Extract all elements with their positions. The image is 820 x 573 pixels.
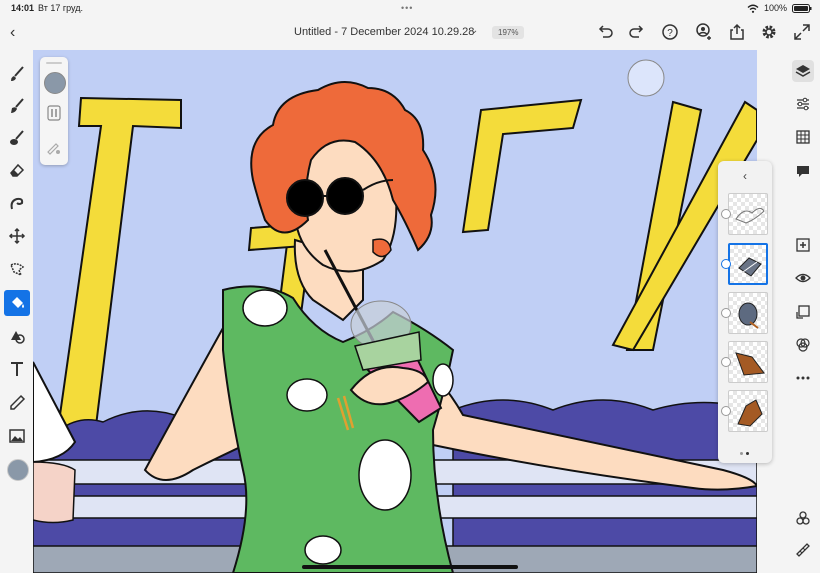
merge-down-icon (796, 305, 810, 319)
status-time: 14:01 (11, 3, 35, 13)
brush-options-icon[interactable] (46, 140, 62, 156)
help-icon[interactable]: ? (660, 22, 680, 42)
brown-shape-2-thumb (737, 399, 763, 427)
layer-radio-3[interactable] (721, 308, 731, 318)
drawing-canvas[interactable] (33, 50, 757, 573)
collapse-chevron-icon[interactable]: ‹ (718, 169, 772, 183)
battery-percent: 100% (763, 3, 787, 13)
image-icon (9, 429, 25, 443)
ruler-button[interactable] (792, 539, 814, 561)
adjustments-icon (796, 511, 810, 525)
document-title[interactable]: Untitled - 7 December 2024 10.29.28 (294, 26, 474, 38)
chevron-down-icon[interactable]: ⌄ (470, 25, 478, 36)
fullscreen-icon[interactable] (792, 22, 812, 42)
blend-circles-icon (796, 338, 810, 352)
zoom-level[interactable]: 197% (492, 26, 525, 39)
smudge-brush-icon (11, 98, 24, 113)
layers-page-indicator (740, 452, 749, 455)
brush-icon (11, 66, 24, 81)
artwork (33, 50, 757, 573)
add-layer-button[interactable] (792, 234, 814, 256)
image-tool[interactable] (4, 423, 30, 449)
home-indicator[interactable] (302, 565, 518, 569)
bird-grey-thumb (738, 257, 762, 277)
comment-icon (797, 166, 809, 177)
layer-thumbnail-2[interactable] (721, 243, 768, 285)
move-arrows-icon (8, 227, 26, 245)
brush-size-slider[interactable] (46, 62, 62, 64)
redo-icon[interactable] (627, 22, 647, 42)
multitask-dots-icon[interactable]: ••• (401, 3, 413, 13)
visibility-button[interactable] (792, 267, 814, 289)
brush-tool[interactable] (4, 61, 30, 87)
merge-down-button[interactable] (792, 301, 814, 323)
layers-icon (795, 65, 811, 77)
eraser-icon (10, 163, 25, 177)
liquify-icon (10, 197, 24, 210)
brush-settings-panel (40, 57, 68, 165)
battery-icon (792, 3, 812, 13)
layer-thumbnail-1[interactable] (721, 193, 768, 235)
lasso-tool[interactable] (4, 256, 30, 282)
layer-properties-button[interactable] (792, 93, 814, 115)
bird-sketch-thumb (735, 207, 765, 224)
tool-sidebar (0, 50, 33, 573)
status-date: Вт 17 груд. (38, 3, 83, 13)
ruler-icon (796, 543, 810, 557)
settings-gear-icon[interactable] (759, 22, 779, 42)
layer-radio-5[interactable] (721, 406, 731, 416)
blend-tool[interactable] (4, 125, 30, 151)
transform-tool[interactable] (4, 223, 30, 249)
smudge-tool[interactable] (4, 93, 30, 119)
layer-radio-2[interactable] (721, 259, 731, 269)
brush-size-preview[interactable] (44, 72, 66, 94)
eyedropper-icon (10, 394, 26, 410)
text-icon (11, 362, 23, 376)
eye-icon (795, 273, 811, 283)
current-color-swatch[interactable] (7, 459, 29, 481)
layer-radio-1[interactable] (721, 209, 731, 219)
pigeon-thumb (738, 302, 759, 329)
layer-thumbnail-4[interactable] (721, 341, 768, 383)
layers-panel: ‹ (718, 161, 772, 463)
undo-icon[interactable] (595, 22, 615, 42)
adjustments-button[interactable] (792, 507, 814, 529)
brown-shape-thumb (735, 352, 765, 376)
eyedropper-tool[interactable] (4, 390, 30, 416)
wifi-icon (747, 4, 759, 13)
eraser-tool[interactable] (4, 157, 30, 183)
lasso-icon (10, 263, 25, 277)
liquify-tool[interactable] (4, 191, 30, 217)
plus-square-icon (796, 238, 810, 252)
layer-thumbnail-5[interactable] (721, 390, 768, 432)
invite-user-icon[interactable] (694, 22, 714, 42)
svg-text:?: ? (667, 28, 673, 39)
layer-thumbnail-3[interactable] (721, 292, 768, 334)
right-sidebar (786, 50, 820, 573)
text-tool[interactable] (4, 356, 30, 382)
fill-tool[interactable] (4, 290, 30, 316)
shape-icon (11, 331, 25, 344)
paint-bucket-icon (12, 297, 24, 308)
brush-flow-icon[interactable] (46, 105, 62, 121)
top-toolbar: ‹ Untitled - 7 December 2024 10.29.28 ⌄ … (0, 18, 820, 50)
blend-mode-button[interactable] (792, 334, 814, 356)
back-chevron-icon[interactable]: ‹ (10, 24, 15, 42)
sliders-icon (797, 97, 809, 111)
status-right: 100% (747, 3, 812, 13)
grid-icon (796, 130, 810, 144)
shape-tool[interactable] (4, 323, 30, 349)
more-options-button[interactable] (792, 367, 814, 389)
share-icon[interactable] (727, 22, 747, 42)
grid-button[interactable] (792, 126, 814, 148)
blend-brush-icon (10, 130, 24, 145)
status-bar: 14:01 Вт 17 груд. ••• 100% (0, 0, 820, 18)
comments-button[interactable] (792, 160, 814, 182)
layers-button[interactable] (792, 60, 814, 82)
more-dots-icon (796, 376, 810, 380)
layer-radio-4[interactable] (721, 357, 731, 367)
